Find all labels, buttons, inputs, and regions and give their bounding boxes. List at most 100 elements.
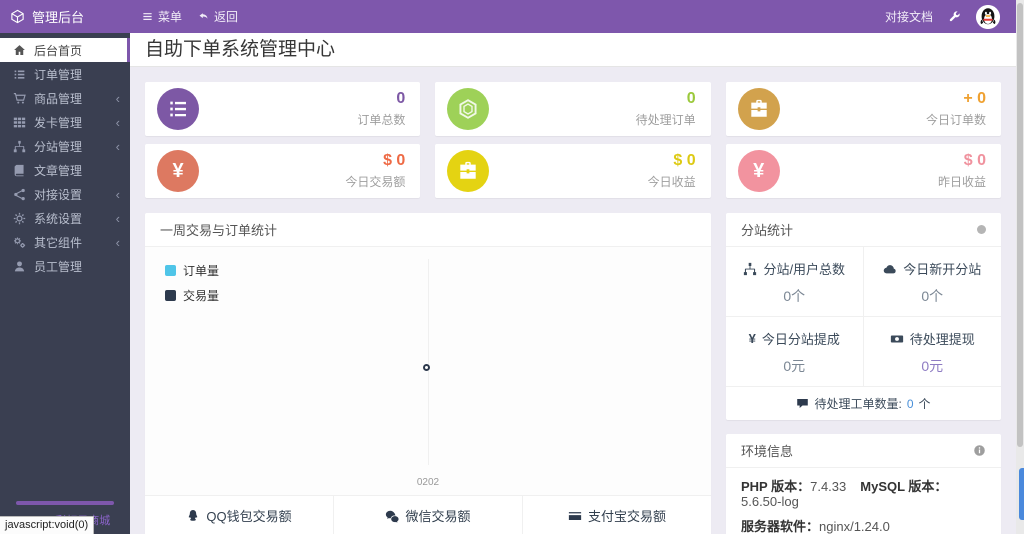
substation-cell-label: 今日分站提成 — [761, 332, 840, 347]
stat-label: 今日订单数 — [925, 113, 986, 128]
qq-icon — [189, 509, 198, 521]
sitemap-icon — [13, 140, 26, 153]
substation-cell-value: 0个 — [921, 288, 944, 304]
sidebar-item-home[interactable]: 后台首页 — [0, 38, 130, 62]
browser-status-tooltip: javascript:void(0) — [0, 516, 95, 534]
sidebar-item-label: 后台首页 — [34, 43, 83, 58]
wrench-icon[interactable] — [948, 10, 961, 23]
workorder-count: 0 — [906, 396, 914, 411]
chevron-left-icon: ‹ — [115, 234, 120, 250]
scrollbar[interactable] — [1016, 0, 1024, 534]
payment-stat-qq: QQ钱包交易额 0元 — [145, 496, 333, 534]
sidebar-item-system[interactable]: 系统设置 ‹ — [0, 206, 130, 230]
sidebar-item-label: 商品管理 — [34, 91, 83, 106]
briefcase-icon — [737, 88, 780, 130]
sidebar-item-substations[interactable]: 分站管理 ‹ — [0, 134, 130, 158]
sidebar-item-label: 订单管理 — [34, 67, 83, 82]
top-header: 管理后台 菜单 返回 对接文档 — [0, 0, 1016, 33]
stat-card-today-orders: + 0 今日订单数 — [725, 82, 1001, 136]
brand[interactable]: 管理后台 — [0, 7, 130, 26]
grid-icon — [13, 116, 26, 129]
back-button[interactable]: 返回 — [198, 8, 238, 25]
docs-link[interactable]: 对接文档 — [885, 8, 933, 25]
money-icon — [890, 335, 903, 342]
legend-item-orders[interactable]: 订单量 — [165, 262, 219, 279]
sidebar-item-label: 分站管理 — [34, 139, 83, 154]
chart-data-point — [423, 364, 430, 371]
sidebar-item-staff[interactable]: 员工管理 — [0, 254, 130, 278]
right-column: 分站统计 分站/用户总数 0个 今日新开分站 0个 ¥ 今日分站提成 0元 待处… — [726, 213, 1001, 534]
list-icon — [13, 68, 26, 81]
chart-x-tick: 0202 — [416, 477, 440, 488]
chevron-left-icon: ‹ — [115, 90, 120, 106]
chevron-left-icon: ‹ — [115, 186, 120, 202]
substation-title: 分站统计 — [741, 223, 794, 238]
share-icon — [13, 188, 26, 201]
sidebar-item-label: 发卡管理 — [34, 115, 83, 130]
status-dot-icon[interactable] — [977, 225, 986, 234]
payment-stats-row: QQ钱包交易额 0元 微信交易额 0元 支付 — [145, 495, 711, 534]
back-button-label: 返回 — [214, 10, 239, 24]
book-icon — [13, 164, 26, 177]
sidebar-item-products[interactable]: 商品管理 ‹ — [0, 86, 130, 110]
chart-legend: 订单量 交易量 — [165, 262, 219, 312]
payment-label: QQ钱包交易额 — [206, 509, 292, 524]
substation-panel: 分站统计 分站/用户总数 0个 今日新开分站 0个 ¥ 今日分站提成 0元 待处… — [726, 213, 1001, 420]
stat-value: + 0 — [963, 89, 986, 107]
page-title-bar: 自助下单系统管理中心 — [130, 33, 1016, 67]
env-row-versions: PHP 版本：7.4.33 MySQL 版本： 5.6.50-log — [741, 479, 986, 509]
payment-stat-wechat: 微信交易额 0元 — [333, 496, 522, 534]
workorder-footer: 待处理工单数量: 0 个 — [726, 386, 1001, 420]
sidebar-item-articles[interactable]: 文章管理 — [0, 158, 130, 182]
bars-icon — [143, 13, 152, 20]
stat-label: 今日收益 — [647, 175, 696, 190]
scrollbar-thumb[interactable] — [1017, 3, 1023, 447]
top-nav: 菜单 返回 — [142, 8, 238, 25]
legend-item-trades[interactable]: 交易量 — [165, 287, 219, 304]
floating-widget[interactable] — [1019, 468, 1024, 520]
server-software-value: nginx/1.24.0 — [819, 519, 890, 534]
substation-cell-value: 0个 — [783, 288, 806, 304]
menu-toggle-button[interactable]: 菜单 — [142, 8, 182, 25]
sidebar-item-orders[interactable]: 订单管理 — [0, 62, 130, 86]
legend-label: 订单量 — [183, 264, 220, 278]
legend-swatch-orders — [165, 265, 176, 276]
stat-value: 0 — [686, 89, 696, 107]
wechat-icon — [386, 510, 400, 523]
dashboard-content: 0 订单总数 0 待处理订单 + 0 今日订单数 ¥ $ 0 今日交易额 $ 0… — [130, 67, 1016, 534]
cube-icon — [10, 9, 25, 24]
sidebar-item-integration[interactable]: 对接设置 ‹ — [0, 182, 130, 206]
stat-label: 今日交易额 — [345, 175, 406, 190]
sidebar-divider — [16, 501, 114, 505]
stat-label: 昨日收益 — [937, 175, 986, 190]
substation-cell-label: 待处理提现 — [909, 332, 975, 347]
mysql-version-value: 5.6.50-log — [741, 494, 799, 509]
environment-panel: 环境信息 PHP 版本：7.4.33 MySQL 版本： 5.6.50-log 服务… — [726, 434, 1001, 534]
sidebar-item-label: 对接设置 — [34, 187, 83, 202]
substation-cell-withdrawals: 待处理提现 0元 — [864, 317, 1002, 386]
weekly-chart[interactable]: 订单量 交易量 0202 — [145, 247, 711, 495]
yen-icon: ¥ — [737, 150, 780, 192]
sidebar-item-components[interactable]: 其它组件 ‹ — [0, 230, 130, 254]
substation-cell-value: 0元 — [921, 358, 944, 374]
substation-grid: 分站/用户总数 0个 今日新开分站 0个 ¥ 今日分站提成 0元 待处理提现 0… — [726, 247, 1001, 386]
hexagon-icon — [447, 88, 490, 130]
cart-icon — [13, 92, 26, 105]
substation-cell-label: 今日新开分站 — [903, 262, 982, 277]
gear-icon — [13, 212, 26, 225]
substation-cell-label: 分站/用户总数 — [763, 262, 846, 277]
sidebar-item-label: 文章管理 — [34, 163, 83, 178]
page-title: 自助下单系统管理中心 — [145, 39, 336, 60]
payment-label: 支付宝交易额 — [587, 509, 666, 524]
weekly-chart-panel: 一周交易与订单统计 订单量 交易量 0202 QQ钱包交易额 微信交易额 支付宝… — [145, 213, 711, 534]
stat-label: 订单总数 — [357, 113, 406, 128]
chevron-left-icon: ‹ — [115, 210, 120, 226]
avatar[interactable] — [976, 4, 1000, 29]
info-icon[interactable] — [973, 444, 986, 457]
stat-value: $ 0 — [963, 151, 986, 169]
briefcase-icon — [447, 150, 490, 192]
sidebar-item-label: 其它组件 — [34, 235, 83, 250]
workorder-unit: 个 — [918, 397, 931, 411]
sitemap-icon — [744, 262, 757, 275]
sidebar-item-cards[interactable]: 发卡管理 ‹ — [0, 110, 130, 134]
